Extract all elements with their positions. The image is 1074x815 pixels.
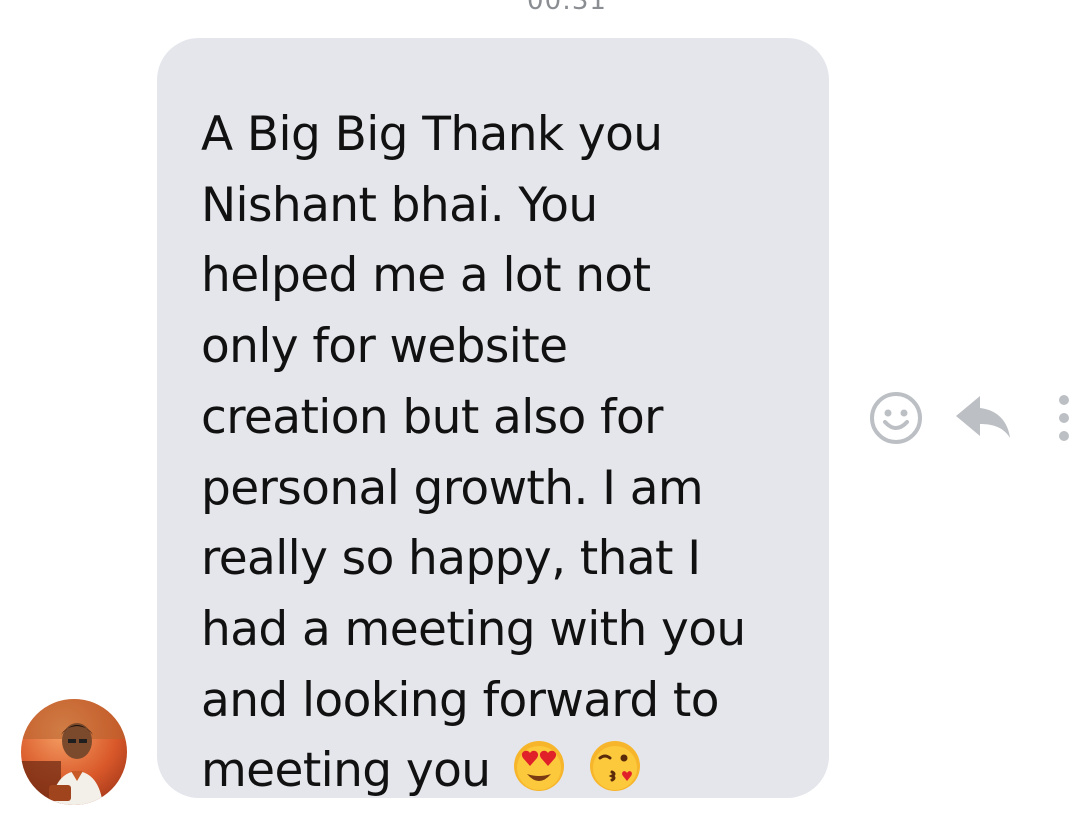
react-button[interactable] <box>866 388 926 452</box>
message-timestamp: 00:31 <box>527 0 607 16</box>
smiley-icon <box>870 392 922 444</box>
message-text-line: personal growth. I am <box>201 460 704 516</box>
message-text-line: only for website <box>201 319 568 375</box>
more-options-button[interactable] <box>1054 388 1074 452</box>
avatar-image <box>21 699 127 805</box>
message-text-line: A Big Big Thank you <box>201 107 663 162</box>
sender-avatar[interactable] <box>21 699 127 805</box>
message-bubble[interactable]: A Big Big Thank you Nishant bhai. You he… <box>157 38 829 798</box>
message-text-line: helped me a lot not <box>201 248 651 304</box>
reply-icon <box>956 396 1010 438</box>
heart-eyes-emoji <box>511 738 567 815</box>
message-text-line-last: meeting you <box>201 736 799 815</box>
message-text-fragment: meeting you <box>201 743 491 799</box>
reply-button[interactable] <box>952 388 1014 452</box>
message-text-line: and looking forward to <box>201 672 720 728</box>
more-options-icon <box>1059 395 1069 441</box>
message-actions <box>866 388 1074 452</box>
message-text-line: really so happy, that I <box>201 531 701 587</box>
message-text-line: creation but also for <box>201 389 663 445</box>
message-text-line: had a meeting with you <box>201 601 746 657</box>
message-text-line: Nishant bhai. You <box>201 177 598 233</box>
kissing-face-emoji <box>587 738 643 815</box>
